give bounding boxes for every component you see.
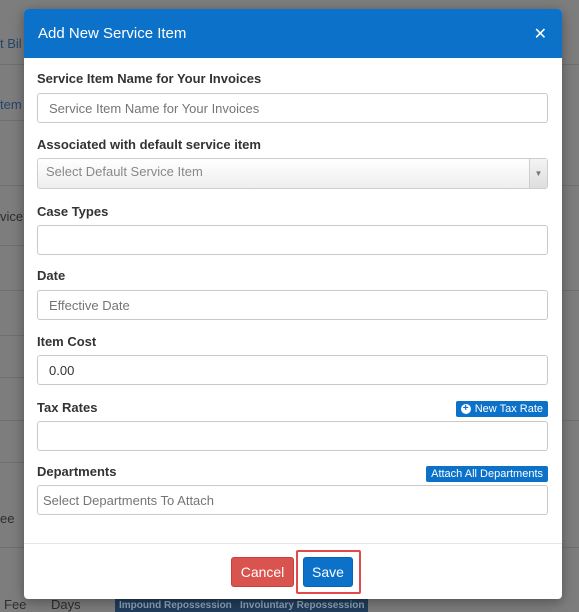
default-service-item-select[interactable]: Select Default Service Item ▼ — [37, 158, 548, 189]
case-types-input[interactable] — [37, 225, 548, 255]
bg-divider — [0, 64, 24, 65]
bg-divider — [0, 420, 24, 421]
modal-header: Add New Service Item ✕ — [24, 9, 562, 58]
new-tax-rate-label: New Tax Rate — [474, 403, 543, 415]
case-types-label: Case Types — [37, 204, 109, 219]
footer-divider — [24, 543, 562, 544]
service-item-name-input[interactable] — [37, 93, 548, 123]
default-service-item-placeholder: Select Default Service Item — [46, 164, 203, 179]
close-icon[interactable]: ✕ — [534, 24, 547, 44]
tax-rates-label: Tax Rates — [37, 400, 98, 415]
new-tax-rate-button[interactable]: + New Tax Rate — [455, 401, 548, 417]
item-cost-input[interactable] — [37, 355, 548, 385]
bg-fragment: Fee — [4, 597, 27, 612]
tax-rates-input[interactable] — [37, 421, 548, 451]
date-label: Date — [37, 268, 66, 283]
bg-divider — [0, 462, 24, 463]
item-cost-label: Item Cost — [37, 334, 97, 349]
add-service-item-modal: Add New Service Item ✕ Service Item Name… — [24, 9, 562, 599]
attach-all-departments-button[interactable]: Attach All Departments — [426, 466, 548, 482]
bg-divider — [0, 377, 24, 378]
save-button[interactable]: Save — [303, 557, 353, 587]
bg-divider — [0, 185, 24, 186]
caret-down-icon[interactable]: ▼ — [529, 159, 547, 188]
bg-divider — [0, 335, 24, 336]
default-service-item-label: Associated with default service item — [37, 137, 261, 152]
effective-date-input[interactable] — [37, 290, 548, 320]
departments-input[interactable] — [37, 485, 548, 515]
bg-divider — [0, 120, 24, 121]
bg-divider — [0, 290, 24, 291]
bg-badge: Involuntary Repossession — [236, 599, 369, 612]
bg-fragment: tem — [0, 97, 22, 112]
service-item-name-label: Service Item Name for Your Invoices — [37, 71, 262, 86]
bg-badge: Impound Repossession — [115, 599, 236, 612]
bg-divider — [0, 245, 24, 246]
cancel-button[interactable]: Cancel — [231, 557, 294, 587]
bg-fragment: Days — [51, 597, 81, 612]
departments-label: Departments — [37, 464, 117, 479]
bg-divider — [0, 547, 24, 548]
plus-circle-icon: + — [460, 404, 471, 414]
bg-fragment: ee — [0, 511, 15, 526]
bg-fragment: t Bil — [0, 36, 22, 51]
bg-fragment: vice — [0, 209, 24, 224]
modal-title: Add New Service Item — [38, 25, 187, 42]
